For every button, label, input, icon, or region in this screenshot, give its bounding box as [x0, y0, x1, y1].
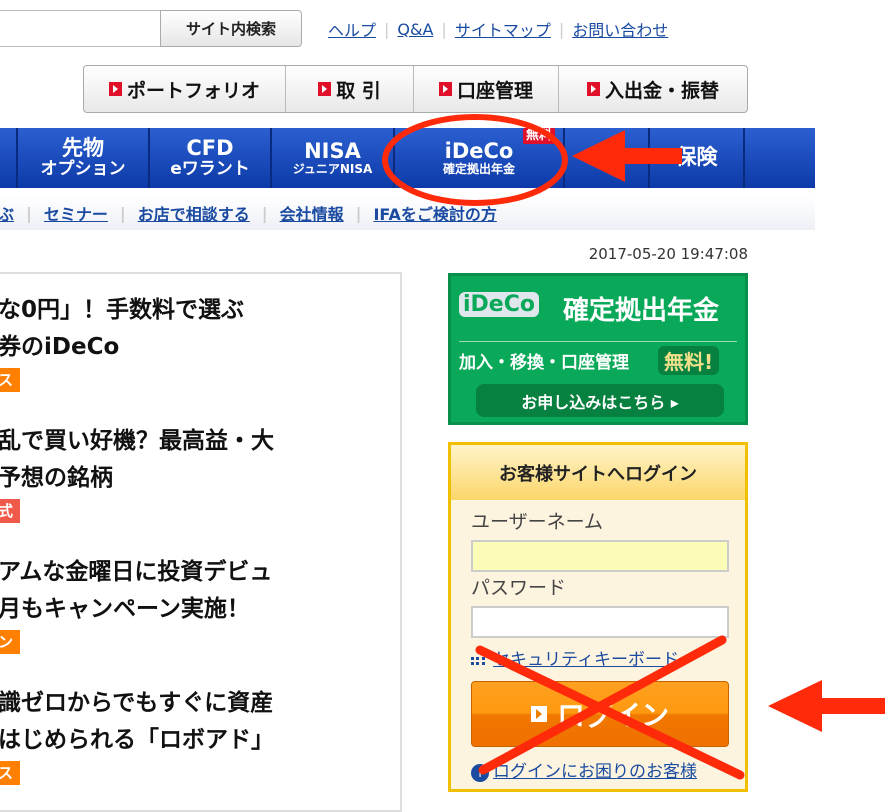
- news-item[interactable]: な0円」！手数料で選ぶ 券のiDeCo ス: [0, 292, 244, 392]
- divider: |: [26, 203, 32, 223]
- news-item[interactable]: 識ゼロからでもすぐに資産 はじめられる「ロボアド」ス: [0, 685, 274, 785]
- news-item[interactable]: アムな金曜日に投資デビュ 月もキャンペーン実施！ ン: [0, 554, 272, 654]
- datetime: 2017-05-20 19:47:08: [588, 245, 748, 263]
- subnav-seminar[interactable]: セミナー: [44, 201, 108, 225]
- arrow-icon: [108, 82, 122, 96]
- top-links: ヘルプ | Q&A | サイトマップ | お問い合わせ: [328, 17, 668, 41]
- username-input[interactable]: [471, 540, 729, 572]
- arrow-icon: [318, 82, 332, 96]
- security-keyboard-link[interactable]: セキュリティキーボード: [471, 645, 679, 670]
- tab-label: 口座管理: [456, 79, 533, 102]
- tab-label: 入出金・振替: [604, 79, 719, 102]
- divider: |: [261, 203, 268, 223]
- news-title: アムな金曜日に投資デビュ: [0, 559, 273, 585]
- login-title: お客様サイトへログイン: [451, 445, 745, 500]
- play-icon: [530, 706, 547, 722]
- tab-portfolio[interactable]: ポートフォリオ: [84, 66, 286, 112]
- banner-title: 確定拠出年金: [563, 296, 720, 326]
- banner-subtitle: 加入・移換・口座管理: [459, 353, 629, 373]
- nav-label: NISA: [304, 138, 361, 163]
- sitemap-link[interactable]: サイトマップ: [455, 17, 551, 41]
- qa-link[interactable]: Q&A: [397, 20, 433, 39]
- tab-trade[interactable]: 取 引: [286, 66, 414, 112]
- category-tag: ス: [0, 368, 20, 392]
- arrow-icon: [438, 82, 452, 96]
- tab-deposit[interactable]: 入出金・振替: [559, 66, 747, 112]
- divider: |: [119, 203, 126, 223]
- free-label: 無料!: [658, 346, 720, 375]
- ideco-logo: iDeCo: [459, 292, 539, 317]
- news-title: 識ゼロからでもすぐに資産: [0, 690, 274, 716]
- nav-sublabel: eワラント: [170, 159, 250, 180]
- nav-sublabel: ジュニアNISA: [292, 161, 373, 176]
- search-input[interactable]: [0, 10, 162, 47]
- nav-item-nisa[interactable]: NISA ジュニアNISA: [272, 128, 395, 188]
- nav-item-more[interactable]: [745, 128, 815, 188]
- category-tag: ン: [0, 630, 20, 654]
- nav-label: 保険: [675, 145, 718, 170]
- news-title: 予想の銘柄: [0, 465, 113, 491]
- news-title: な0円」！手数料で選ぶ: [0, 297, 245, 323]
- news-panel: な0円」！手数料で選ぶ 券のiDeCo ス 乱で買い好機？最高益・大 予想の銘柄式 ア…: [0, 272, 402, 812]
- subnav-company[interactable]: 会社情報: [280, 201, 344, 225]
- subnav-consult[interactable]: お店で相談する: [138, 201, 250, 225]
- category-tag: 式: [0, 499, 20, 523]
- news-item[interactable]: 乱で買い好機？最高益・大 予想の銘柄式: [0, 423, 274, 523]
- nav-label: CFD: [186, 136, 234, 161]
- nav-sublabel: オプション: [40, 159, 126, 180]
- keyboard-icon: [471, 657, 485, 665]
- nav-item-partial[interactable]: [0, 128, 18, 188]
- arrow-icon: [586, 82, 600, 96]
- password-label: パスワード: [471, 577, 567, 599]
- news-title: 券のiDeCo: [0, 334, 120, 360]
- contact-link[interactable]: お問い合わせ: [572, 17, 668, 41]
- divider: |: [355, 203, 362, 223]
- news-title: 月もキャンペーン実施！: [0, 596, 250, 622]
- divider: |: [384, 19, 390, 39]
- login-help: i ログインにお困りのお客様: [471, 757, 697, 782]
- nav-item-futures[interactable]: 先物 オプション: [18, 128, 150, 188]
- main-nav: 先物 オプション CFD eワラント NISA ジュニアNISA iDeCo 確定拠出年…: [0, 128, 815, 188]
- news-title: 乱で買い好機？最高益・大: [0, 428, 274, 454]
- nav-item-hidden[interactable]: [565, 128, 650, 188]
- nav-item-insurance[interactable]: 保険: [650, 128, 745, 188]
- sub-nav: ぶ | セミナー | お店で相談する | 会社情報 | IFAをご検討の方: [0, 196, 815, 230]
- subnav-learn[interactable]: ぶ: [0, 201, 14, 225]
- login-button[interactable]: ログイン: [471, 681, 729, 747]
- nav-label: 先物: [62, 136, 104, 161]
- nav-item-ideco[interactable]: iDeCo 確定拠出年金 無料: [395, 128, 565, 188]
- nav-item-cfd[interactable]: CFD eワラント: [150, 128, 272, 188]
- divider: [459, 341, 737, 342]
- tab-label: ポートフォリオ: [126, 79, 260, 102]
- button-label: ログイン: [556, 699, 669, 732]
- free-badge: 無料: [522, 128, 555, 145]
- divider: |: [441, 19, 447, 39]
- tab-label: 取 引: [336, 79, 381, 102]
- username-label: ユーザーネーム: [471, 511, 604, 533]
- info-icon: i: [471, 764, 489, 782]
- subnav-ifa[interactable]: IFAをご検討の方: [373, 201, 496, 225]
- tab-account[interactable]: 口座管理: [414, 66, 559, 112]
- help-link[interactable]: ヘルプ: [328, 17, 376, 41]
- ideco-banner[interactable]: iDeCo 確定拠出年金 加入・移換・口座管理 無料! お申し込みはこちら ▸: [448, 273, 748, 425]
- login-help-link[interactable]: ログインにお困りのお客様: [493, 762, 697, 782]
- site-search-button[interactable]: サイト内検索: [160, 10, 302, 47]
- link-label: セキュリティキーボード: [493, 650, 679, 670]
- category-tag: ス: [0, 761, 20, 785]
- login-box: お客様サイトへログイン ユーザーネーム パスワード セキュリティキーボード ログ…: [448, 442, 748, 792]
- nav-sublabel: 確定拠出年金: [442, 161, 515, 176]
- arrow-icon: [768, 680, 885, 732]
- apply-button[interactable]: お申し込みはこちら ▸: [476, 384, 724, 417]
- account-tabs: ポートフォリオ 取 引 口座管理 入出金・振替: [83, 65, 748, 113]
- nav-label: iDeCo: [444, 138, 514, 163]
- divider: |: [558, 19, 565, 39]
- password-input[interactable]: [471, 606, 729, 638]
- news-title: はじめられる「ロボアド」: [0, 727, 274, 753]
